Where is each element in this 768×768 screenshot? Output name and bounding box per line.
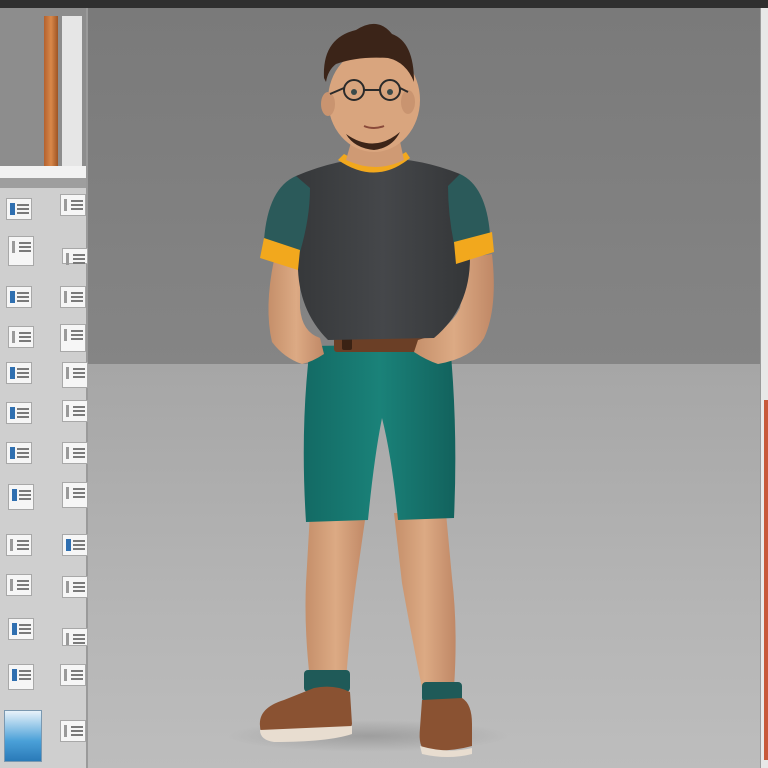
panel-divider [0, 178, 86, 188]
document-thumbnail-icon[interactable] [6, 442, 32, 464]
document-thumbnail-icon[interactable] [6, 402, 32, 424]
right-leg [394, 513, 456, 688]
document-thumbnail-icon[interactable] [6, 534, 32, 556]
document-thumbnail-icon[interactable] [6, 362, 32, 384]
app-window [0, 0, 768, 768]
document-thumbnail-icon[interactable] [62, 576, 88, 598]
shirt [296, 158, 470, 340]
right-shoe [419, 698, 472, 751]
document-thumbnail-icon[interactable] [62, 628, 88, 646]
top-bar [0, 0, 768, 8]
left-ear [321, 92, 335, 116]
document-thumbnail-icon[interactable] [60, 664, 86, 686]
person-3d-character-icon[interactable] [88, 8, 760, 768]
preview-wall [62, 16, 82, 176]
left-panel [0, 8, 88, 768]
right-sleeve [448, 174, 490, 244]
preview-beam [44, 16, 58, 176]
document-thumbnail-icon[interactable] [8, 484, 34, 510]
right-eye [387, 89, 393, 95]
left-eye [351, 89, 357, 95]
document-thumbnail-icon[interactable] [8, 618, 34, 640]
document-thumbnail-icon[interactable] [6, 198, 32, 220]
right-strip-accent [764, 400, 768, 760]
document-thumbnail-icon[interactable] [62, 248, 88, 265]
document-thumbnail-icon[interactable] [62, 482, 88, 508]
document-thumbnail-icon[interactable] [60, 286, 86, 308]
document-thumbnail-icon[interactable] [62, 534, 88, 556]
document-thumbnail-icon[interactable] [6, 574, 32, 596]
right-ear [401, 90, 415, 114]
room-preview-icon[interactable] [0, 8, 86, 178]
thumbnail-grid [0, 190, 88, 768]
document-thumbnail-icon[interactable] [62, 362, 88, 388]
document-thumbnail-icon[interactable] [60, 324, 86, 352]
document-thumbnail-icon[interactable] [8, 236, 34, 266]
model-thumbnail-icon[interactable] [4, 710, 42, 762]
left-leg [305, 513, 366, 680]
document-thumbnail-icon[interactable] [8, 326, 34, 348]
document-thumbnail-icon[interactable] [62, 442, 88, 464]
document-thumbnail-icon[interactable] [62, 400, 88, 422]
document-thumbnail-icon[interactable] [60, 720, 86, 742]
document-thumbnail-icon[interactable] [8, 664, 34, 690]
document-thumbnail-icon[interactable] [6, 286, 32, 308]
shorts [303, 344, 456, 522]
document-thumbnail-icon[interactable] [60, 194, 86, 216]
preview-floor [0, 166, 86, 178]
3d-viewport[interactable] [88, 8, 760, 768]
